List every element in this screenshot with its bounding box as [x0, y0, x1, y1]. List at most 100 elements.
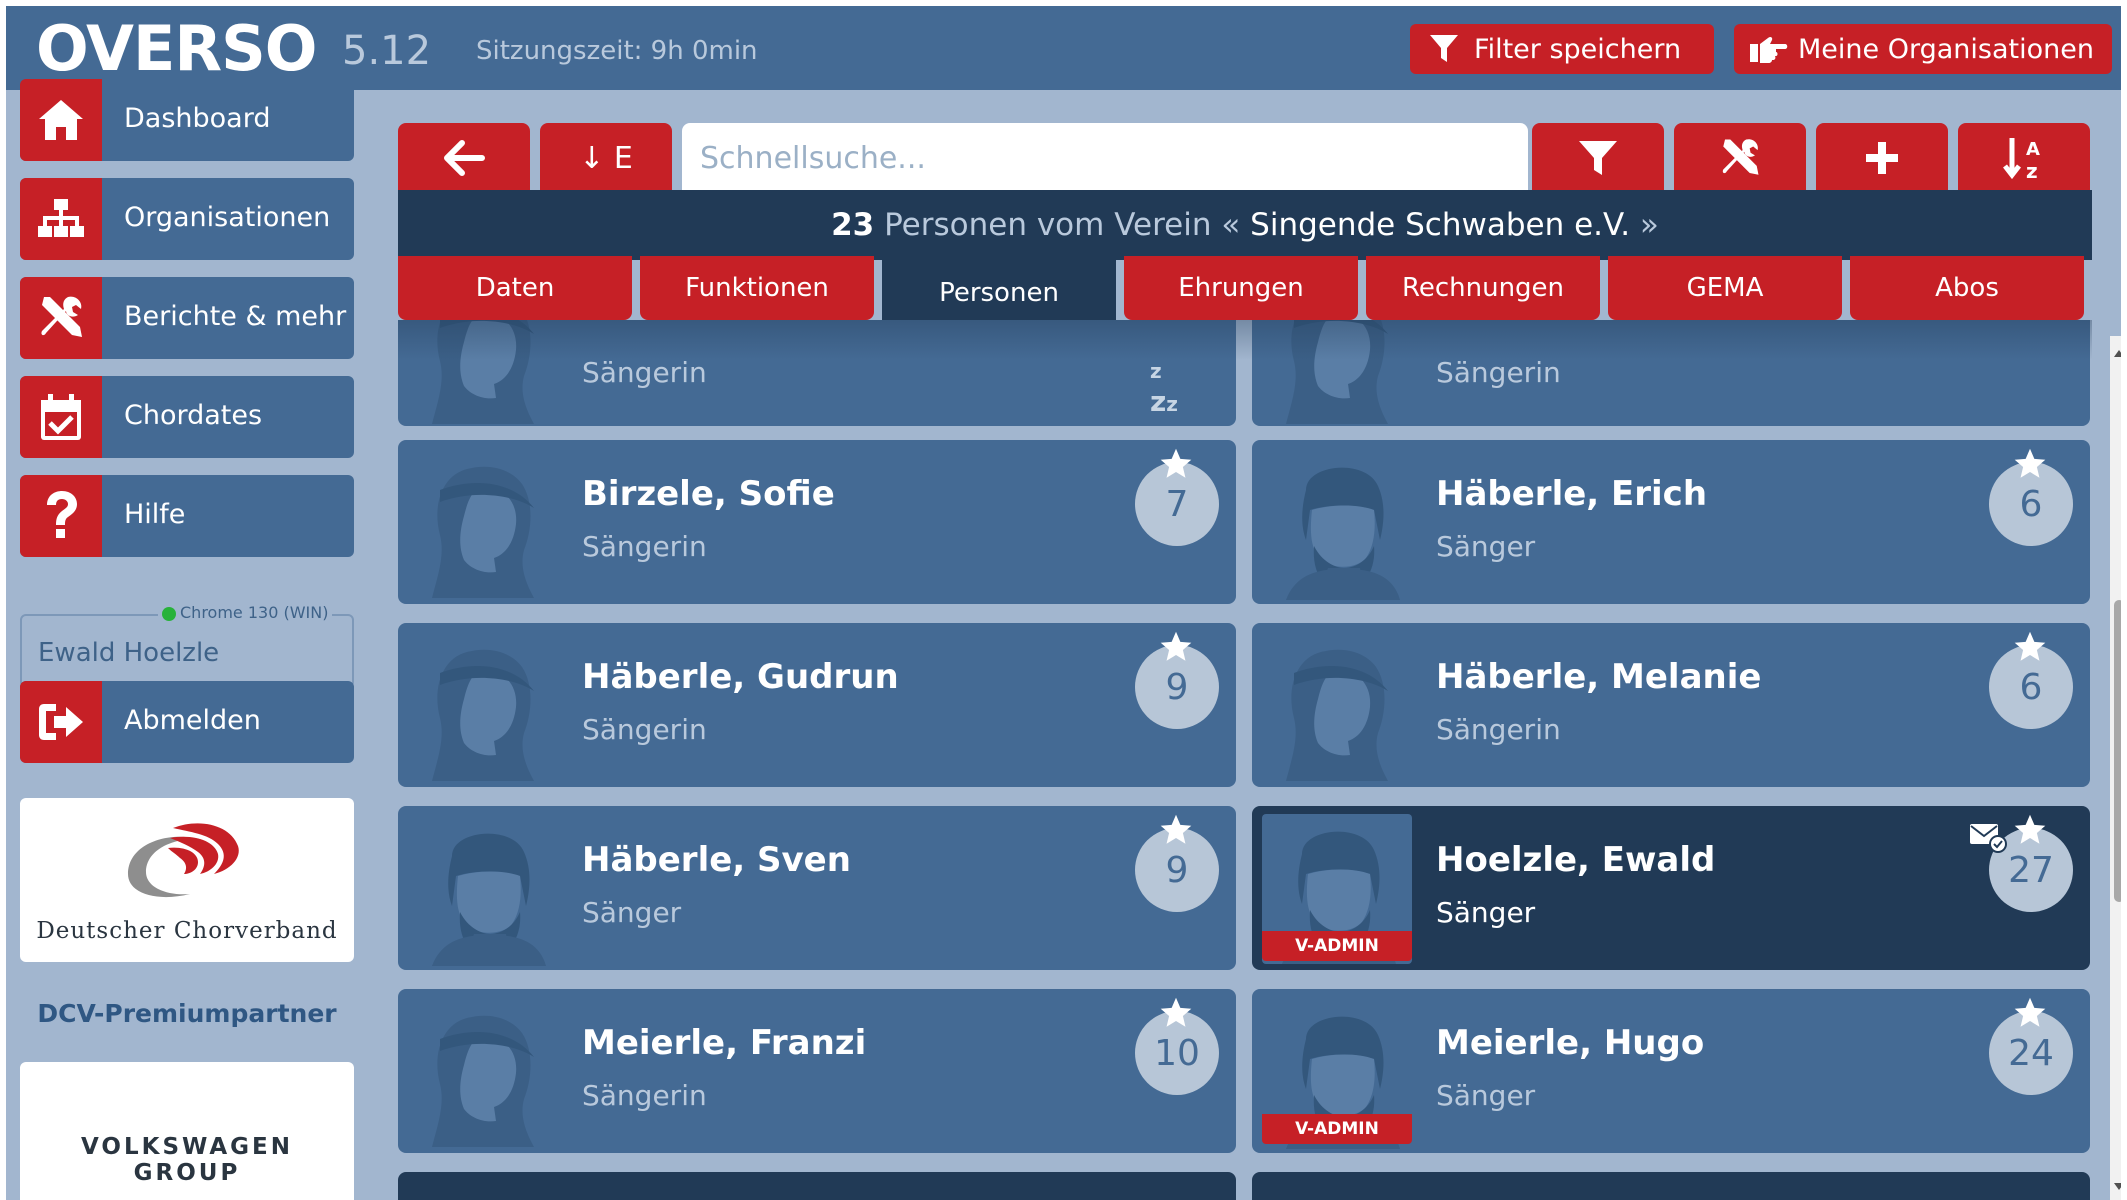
tab-ehrungen[interactable]: Ehrungen — [1124, 256, 1358, 320]
sidebar-item-chordates[interactable]: Chordates — [20, 376, 354, 458]
scroll-down-arrow-icon[interactable] — [2114, 1183, 2121, 1190]
tools-icon — [20, 277, 102, 359]
session-time: Sitzungszeit: 9h 0min — [476, 36, 758, 66]
scroll-fade — [398, 320, 2092, 360]
summary-text: Personen vom Verein « — [884, 207, 1241, 243]
dcv-logo-mark — [128, 823, 239, 898]
sidebar-item-hilfe[interactable]: Hilfe — [20, 475, 354, 557]
tab-gema[interactable]: GEMA — [1608, 256, 1842, 320]
summary-close: » — [1639, 207, 1659, 243]
vw-sponsor-logo[interactable]: VOLKSWAGEN GROUP — [20, 1062, 354, 1200]
person-role: Sänger — [1436, 896, 1536, 929]
sort-direction-button[interactable]: ↓ E — [540, 123, 672, 193]
sidebar-item-label: Dashboard — [124, 103, 271, 134]
dcv-wordmark: Deutscher Chorverband — [36, 918, 338, 944]
top-header: OVERSO 5.12 Sitzungszeit: 9h 0min Filter… — [6, 6, 2121, 90]
sidebar-item-label: Hilfe — [124, 499, 186, 530]
plus-icon — [1866, 142, 1898, 174]
add-button[interactable] — [1816, 123, 1948, 193]
person-name: Birzele, Sofie — [582, 474, 835, 514]
tools-button[interactable] — [1674, 123, 1806, 193]
person-name: Häberle, Gudrun — [582, 657, 899, 697]
sidebar-item-dashboard[interactable]: Dashboard — [20, 79, 354, 161]
filter-icon — [1430, 35, 1458, 62]
result-summary: 23 Personen vom Verein « Singende Schwab… — [398, 190, 2092, 260]
my-organisations-label: Meine Organisationen — [1798, 33, 2094, 65]
person-role: Sänger — [1436, 530, 1536, 563]
browser-info: Chrome 130 (WIN) — [158, 603, 333, 622]
v-admin-badge: V-ADMIN — [1262, 1114, 1412, 1144]
person-card[interactable]: Häberle, Melanie Sängerin 6 — [1252, 623, 2090, 787]
person-role: Sängerin — [582, 713, 707, 746]
calendar-check-icon — [20, 376, 102, 458]
question-icon — [20, 475, 102, 557]
online-status-dot — [162, 607, 176, 621]
version-label: 5.12 — [342, 28, 432, 74]
person-card-selected[interactable]: V-ADMIN Hoelzle, Ewald Sänger 27 — [1252, 806, 2090, 970]
browser-label: Chrome 130 (WIN) — [180, 603, 329, 622]
sidebar-item-organisationen[interactable]: Organisationen — [20, 178, 354, 260]
tab-abos[interactable]: Abos — [1850, 256, 2084, 320]
my-organisations-button[interactable]: Meine Organisationen — [1734, 24, 2112, 74]
female-avatar-icon — [412, 999, 562, 1149]
person-card[interactable]: Birzele, Sofie Sängerin 7 — [398, 440, 1236, 604]
tab-rechnungen[interactable]: Rechnungen — [1366, 256, 1600, 320]
person-card[interactable]: Häberle, Sven Sänger 9 — [398, 806, 1236, 970]
female-avatar-icon — [1266, 633, 1416, 783]
sort-alpha-down-icon: Az — [2003, 138, 2040, 181]
star-icon — [1158, 446, 1194, 482]
sidebar-item-berichte[interactable]: Berichte & mehr — [20, 277, 354, 359]
person-role: Sänger — [582, 896, 682, 929]
tab-funktionen[interactable]: Funktionen — [640, 256, 874, 320]
person-name: Meierle, Franzi — [582, 1023, 867, 1063]
star-icon — [1158, 812, 1194, 848]
partner-label: DCV-Premiumpartner — [37, 999, 337, 1028]
quick-search-input[interactable] — [682, 123, 1528, 193]
female-avatar-icon — [412, 450, 562, 600]
person-card-partial[interactable] — [398, 1172, 1236, 1200]
person-name: Häberle, Erich — [1436, 474, 1708, 514]
tab-personen[interactable]: Personen — [882, 256, 1116, 330]
sidebar-item-label: Berichte & mehr — [124, 301, 347, 332]
person-name: Meierle, Hugo — [1436, 1023, 1705, 1063]
tools-icon — [1722, 139, 1759, 175]
v-admin-badge: V-ADMIN — [1262, 931, 1412, 961]
person-role: Sängerin — [1436, 356, 1561, 389]
scrollbar-thumb[interactable] — [2114, 600, 2121, 902]
sort-alpha-button[interactable]: Az — [1958, 123, 2090, 193]
person-role: Sängerin — [582, 1079, 707, 1112]
save-filter-label: Filter speichern — [1474, 33, 1682, 65]
person-card[interactable]: Meierle, Franzi Sängerin 10 — [398, 989, 1236, 1153]
back-button[interactable] — [398, 123, 530, 193]
mail-check-icon — [1970, 824, 2007, 853]
sleeping-icon: z zz — [1150, 359, 1178, 418]
person-name: Häberle, Sven — [582, 840, 851, 880]
person-card[interactable]: Häberle, Gudrun Sängerin 9 — [398, 623, 1236, 787]
person-card[interactable]: Häberle, Erich Sänger 6 — [1252, 440, 2090, 604]
filter-button[interactable] — [1532, 123, 1664, 193]
male-avatar-icon — [1266, 450, 1416, 600]
scroll-up-arrow-icon[interactable] — [2114, 350, 2121, 357]
star-icon — [2012, 629, 2048, 665]
logout-label: Abmelden — [124, 705, 261, 736]
person-role: Sänger — [1436, 1079, 1536, 1112]
logout-button[interactable]: Abmelden — [20, 681, 354, 763]
home-icon — [20, 79, 102, 161]
sitemap-icon — [20, 178, 102, 260]
person-role: Sängerin — [1436, 713, 1561, 746]
save-filter-button[interactable]: Filter speichern — [1410, 24, 1714, 74]
person-name: Häberle, Melanie — [1436, 657, 1762, 697]
pointing-hand-icon — [1750, 36, 1788, 63]
person-card-partial[interactable] — [1252, 1172, 2090, 1200]
svg-text:A: A — [2026, 139, 2040, 160]
arrow-left-icon — [444, 140, 485, 176]
person-card[interactable]: V-ADMIN Meierle, Hugo Sänger 24 — [1252, 989, 2090, 1153]
dcv-sponsor-logo[interactable]: Deutscher Chorverband — [20, 798, 354, 962]
svg-text:z: z — [2026, 159, 2038, 181]
tab-daten[interactable]: Daten — [398, 256, 632, 320]
star-icon — [1158, 995, 1194, 1031]
vertical-scrollbar[interactable] — [2110, 336, 2121, 1200]
app-logo[interactable]: OVERSO — [36, 12, 317, 85]
star-icon — [1158, 629, 1194, 665]
filter-icon — [1579, 141, 1617, 175]
